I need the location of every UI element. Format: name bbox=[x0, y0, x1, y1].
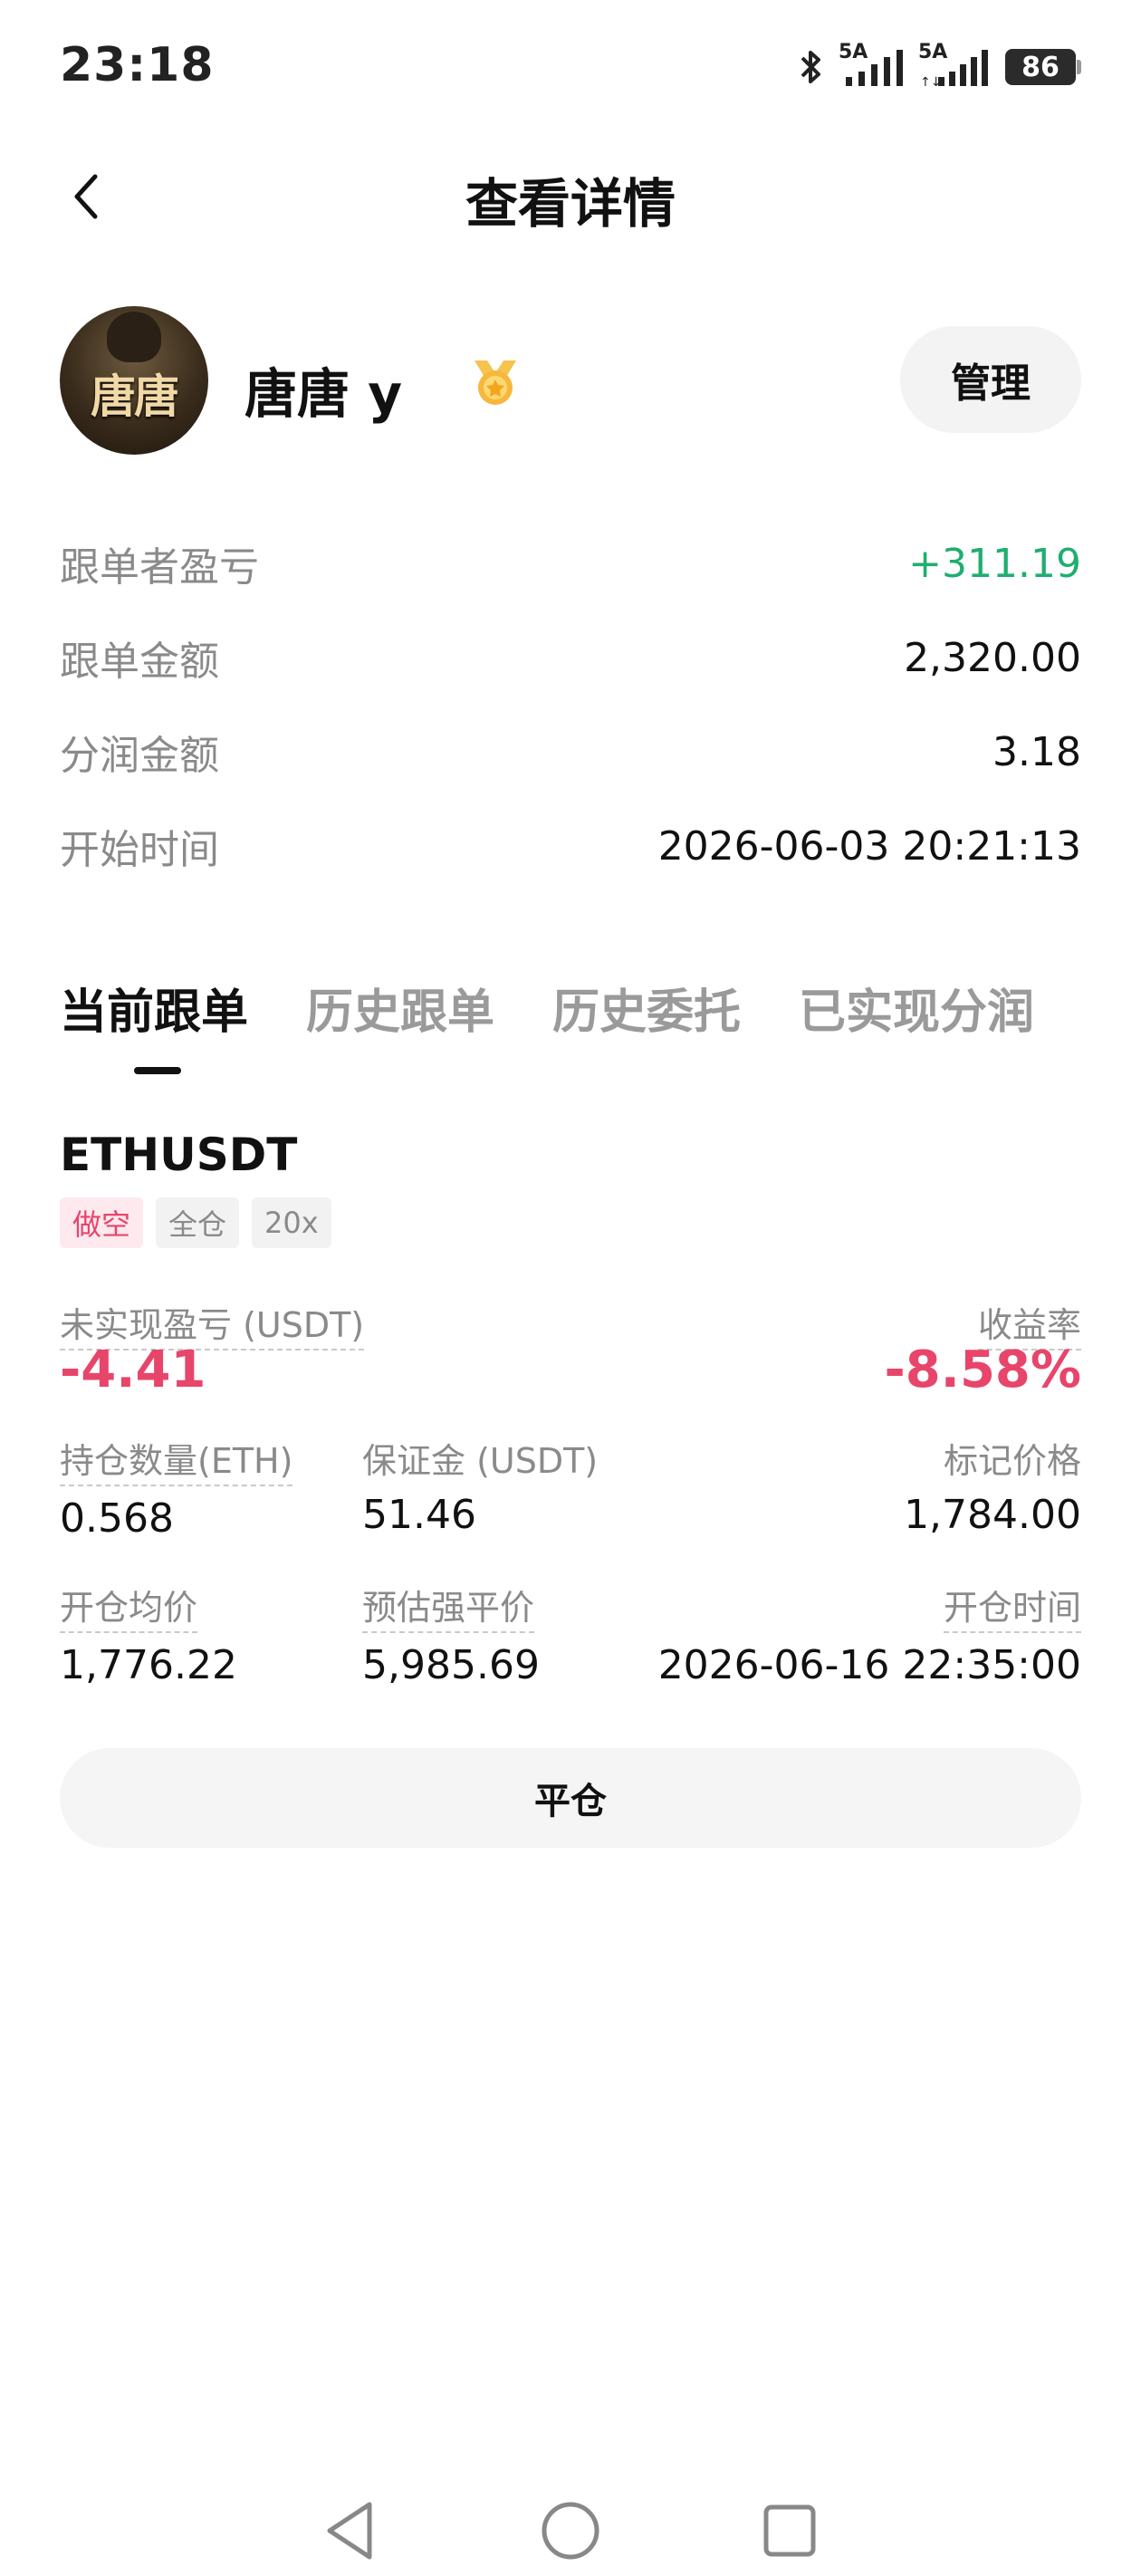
unrealized-pnl-value: -4.41 bbox=[60, 1341, 206, 1399]
entry-price-cell: 开仓均价 1,776.22 bbox=[60, 1580, 237, 1688]
open-time-value: 2026-06-16 22:35:00 bbox=[657, 1642, 1081, 1688]
summary-label: 开始时间 bbox=[60, 827, 219, 873]
tab-indicator bbox=[134, 1067, 181, 1074]
margin-label: 保证金 (USDT) bbox=[362, 1441, 599, 1481]
liq-price-value: 5,985.69 bbox=[362, 1642, 540, 1688]
summary-label: 跟单者盈亏 bbox=[60, 544, 259, 591]
manage-button[interactable]: 管理 bbox=[900, 326, 1081, 433]
liq-price-label[interactable]: 预估强平价 bbox=[362, 1580, 535, 1633]
summary-row-start-time: 开始时间 2026-06-03 20:21:13 bbox=[60, 799, 1081, 893]
entry-price-value: 1,776.22 bbox=[60, 1642, 237, 1688]
entry-price-label[interactable]: 开仓均价 bbox=[60, 1580, 198, 1633]
battery-level: 86 bbox=[1005, 49, 1076, 85]
leverage-tag: 20x bbox=[252, 1197, 331, 1248]
position-row-1: 持仓数量(ETH) 0.568 保证金 (USDT) 51.46 标记价格 1,… bbox=[60, 1433, 1081, 1580]
battery-icon: 86 bbox=[1005, 49, 1081, 85]
roi-value: -8.58% bbox=[884, 1341, 1081, 1399]
tab-realized-profit-share[interactable]: 已实现分润 bbox=[799, 974, 1034, 1042]
copy-summary: 跟单者盈亏 +311.19 跟单金额 2,320.00 分润金额 3.18 开始… bbox=[60, 516, 1081, 893]
avatar[interactable]: 唐唐 bbox=[60, 306, 208, 455]
position-tags: 做空 全仓 20x bbox=[60, 1197, 1081, 1248]
margin-mode-tag: 全仓 bbox=[156, 1197, 240, 1248]
status-time: 23:18 bbox=[60, 38, 215, 92]
username: 唐唐 y bbox=[244, 363, 403, 425]
copy-amount-value: 2,320.00 bbox=[904, 634, 1081, 681]
summary-row-profit-share: 分润金额 3.18 bbox=[60, 705, 1081, 799]
nav-recents-button[interactable] bbox=[753, 2494, 826, 2567]
status-icons: 5A 5A ↑↓ 86 bbox=[799, 40, 1081, 94]
nav-home-button[interactable] bbox=[534, 2494, 607, 2567]
summary-label: 分润金额 bbox=[60, 733, 219, 779]
tab-current-copy[interactable]: 当前跟单 bbox=[60, 974, 248, 1042]
summary-row-pnl: 跟单者盈亏 +311.19 bbox=[60, 516, 1081, 610]
tab-bar: 当前跟单 历史跟单 历史委托 已实现分润 bbox=[60, 974, 1110, 1082]
size-label[interactable]: 持仓数量(ETH) bbox=[60, 1433, 293, 1486]
position-card: ETHUSDT 做空 全仓 20x 未实现盈亏 (USDT) -4.41 收益率… bbox=[60, 1129, 1081, 1726]
mark-price-value: 1,784.00 bbox=[904, 1492, 1081, 1538]
system-nav-bar bbox=[0, 2482, 1141, 2576]
profit-share-value: 3.18 bbox=[992, 728, 1081, 775]
nav-back-button[interactable] bbox=[313, 2494, 386, 2567]
tab-history-copy[interactable]: 历史跟单 bbox=[306, 974, 494, 1042]
triangle-back-icon bbox=[327, 2502, 372, 2560]
position-row-2: 开仓均价 1,776.22 预估强平价 5,985.69 开仓时间 2026-0… bbox=[60, 1580, 1081, 1726]
signal-icon-1: 5A bbox=[839, 41, 904, 90]
summary-row-amount: 跟单金额 2,320.00 bbox=[60, 610, 1081, 705]
svg-text:↑↓: ↑↓ bbox=[920, 75, 941, 90]
avatar-text: 唐唐 bbox=[91, 370, 179, 423]
start-time-value: 2026-06-03 20:21:13 bbox=[657, 822, 1081, 870]
bluetooth-icon bbox=[801, 51, 820, 83]
mark-price-label: 标记价格 bbox=[943, 1441, 1081, 1481]
size-value: 0.568 bbox=[60, 1495, 174, 1542]
open-time-cell: 开仓时间 2026-06-16 22:35:00 bbox=[658, 1580, 1081, 1688]
open-time-label[interactable]: 开仓时间 bbox=[943, 1580, 1081, 1633]
liq-price-cell: 预估强平价 5,985.69 bbox=[362, 1580, 540, 1688]
pnl-row: 未实现盈亏 (USDT) -4.41 收益率 -8.58% bbox=[60, 1297, 1081, 1433]
tab-history-orders[interactable]: 历史委托 bbox=[552, 974, 741, 1042]
symbol: ETHUSDT bbox=[60, 1129, 298, 1181]
follower-pnl-value: +311.19 bbox=[908, 540, 1081, 587]
page-title: 查看详情 bbox=[465, 173, 676, 235]
mark-price-cell: 标记价格 1,784.00 bbox=[904, 1433, 1081, 1538]
square-recents-icon bbox=[763, 2504, 816, 2557]
side-tag: 做空 bbox=[60, 1197, 144, 1248]
close-position-button[interactable]: 平仓 bbox=[60, 1748, 1081, 1848]
margin-value: 51.46 bbox=[362, 1492, 476, 1538]
signal-icon-2: 5A ↑↓ bbox=[918, 41, 991, 90]
margin-cell: 保证金 (USDT) 51.46 bbox=[362, 1433, 598, 1538]
summary-label: 跟单金额 bbox=[60, 639, 219, 685]
size-cell: 持仓数量(ETH) 0.568 bbox=[60, 1433, 293, 1542]
circle-home-icon bbox=[542, 2502, 599, 2560]
header: 查看详情 bbox=[0, 145, 1141, 245]
status-bar: 23:18 5A 5A ↑↓ 86 bbox=[0, 0, 1141, 136]
medal-badge-icon bbox=[475, 360, 516, 405]
trader-profile: 唐唐 唐唐 y 管理 bbox=[60, 306, 1081, 457]
